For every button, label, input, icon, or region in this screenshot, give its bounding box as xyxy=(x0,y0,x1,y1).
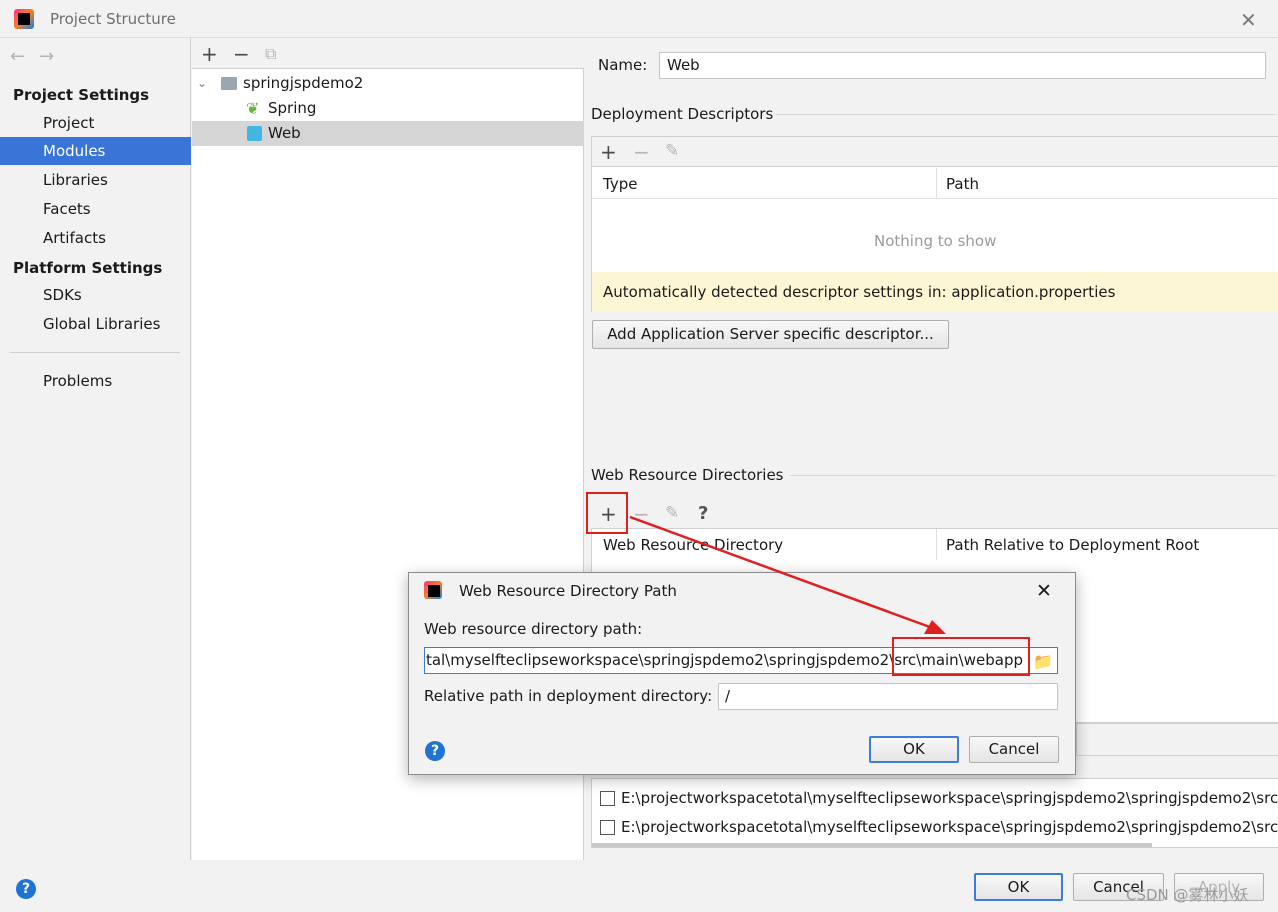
annotation-arrow xyxy=(629,515,946,634)
